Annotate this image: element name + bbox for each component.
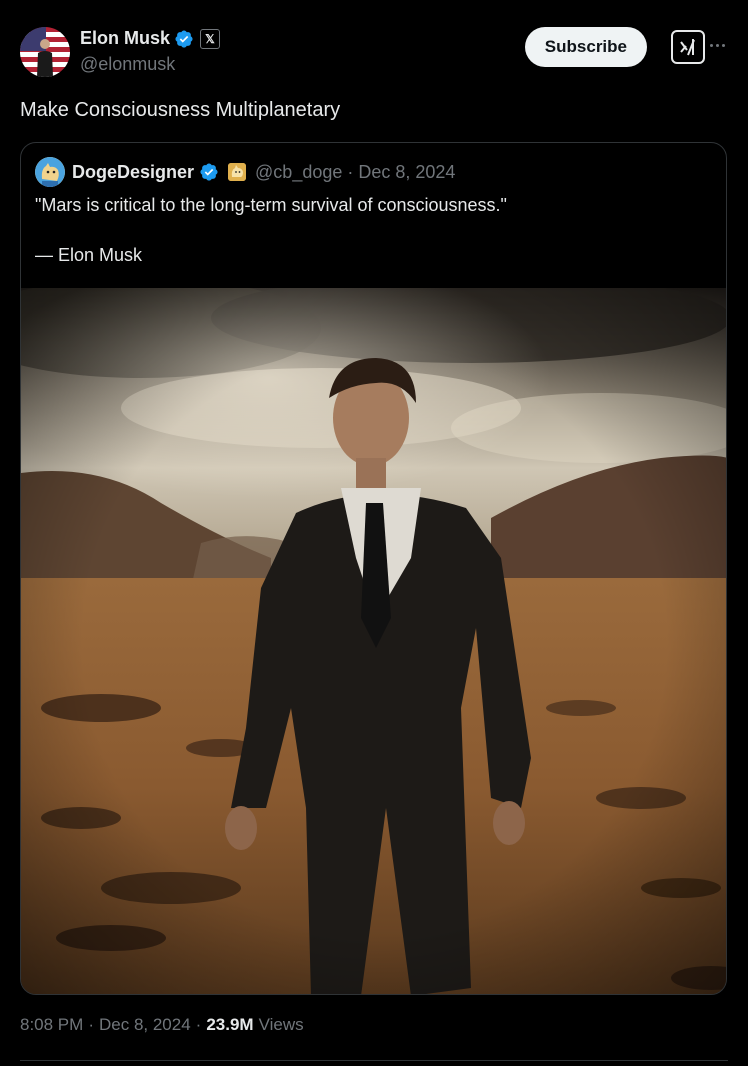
affiliate-badge-icon[interactable]: 𝕏	[200, 28, 221, 49]
quoted-author-name[interactable]: DogeDesigner	[72, 162, 194, 183]
quoted-tweet-date[interactable]: Dec 8, 2024	[358, 162, 455, 183]
subscribe-button[interactable]: Subscribe	[524, 27, 647, 67]
tweet-date[interactable]: Dec 8, 2024	[99, 1015, 191, 1035]
grok-icon[interactable]	[671, 30, 705, 64]
author-name[interactable]: Elon Musk	[80, 28, 170, 49]
views-count: 23.9M	[206, 1015, 254, 1034]
tweet-time[interactable]: 8:08 PM	[20, 1015, 83, 1035]
doge-affiliate-icon[interactable]	[228, 163, 247, 181]
author-name-row: Elon Musk 𝕏	[80, 28, 221, 49]
quoted-tweet-image[interactable]	[21, 288, 726, 994]
verified-badge-icon	[175, 29, 193, 48]
verified-badge-icon	[200, 163, 218, 181]
views-label: Views	[258, 1015, 304, 1034]
quoted-author-avatar[interactable]	[35, 157, 65, 187]
quoted-tweet-text: "Mars is critical to the long-term survi…	[35, 195, 507, 215]
tweet-metadata: 8:08 PM · Dec 8, 2024 · 23.9M Views	[20, 1015, 304, 1035]
author-handle[interactable]: @elonmusk	[80, 54, 175, 75]
separator-dot: ·	[347, 161, 354, 182]
quoted-author-handle[interactable]: @cb_doge	[255, 162, 342, 183]
more-options-icon[interactable]	[706, 34, 728, 56]
separator-dot: ·	[195, 1015, 202, 1034]
quoted-tweet-header: DogeDesigner @cb_doge · Dec 8, 2024	[35, 157, 455, 187]
tweet-text: Make Consciousness Multiplanetary	[20, 99, 341, 121]
quoted-tweet[interactable]: DogeDesigner @cb_doge · Dec 8, 2024 "Mar…	[20, 142, 727, 995]
tweet-header: Elon Musk 𝕏 @elonmusk Subscribe	[20, 24, 728, 80]
author-avatar[interactable]	[20, 27, 70, 77]
divider	[20, 1060, 728, 1061]
separator-dot: ·	[88, 1015, 94, 1034]
quoted-tweet-attribution: — Elon Musk	[35, 245, 143, 265]
